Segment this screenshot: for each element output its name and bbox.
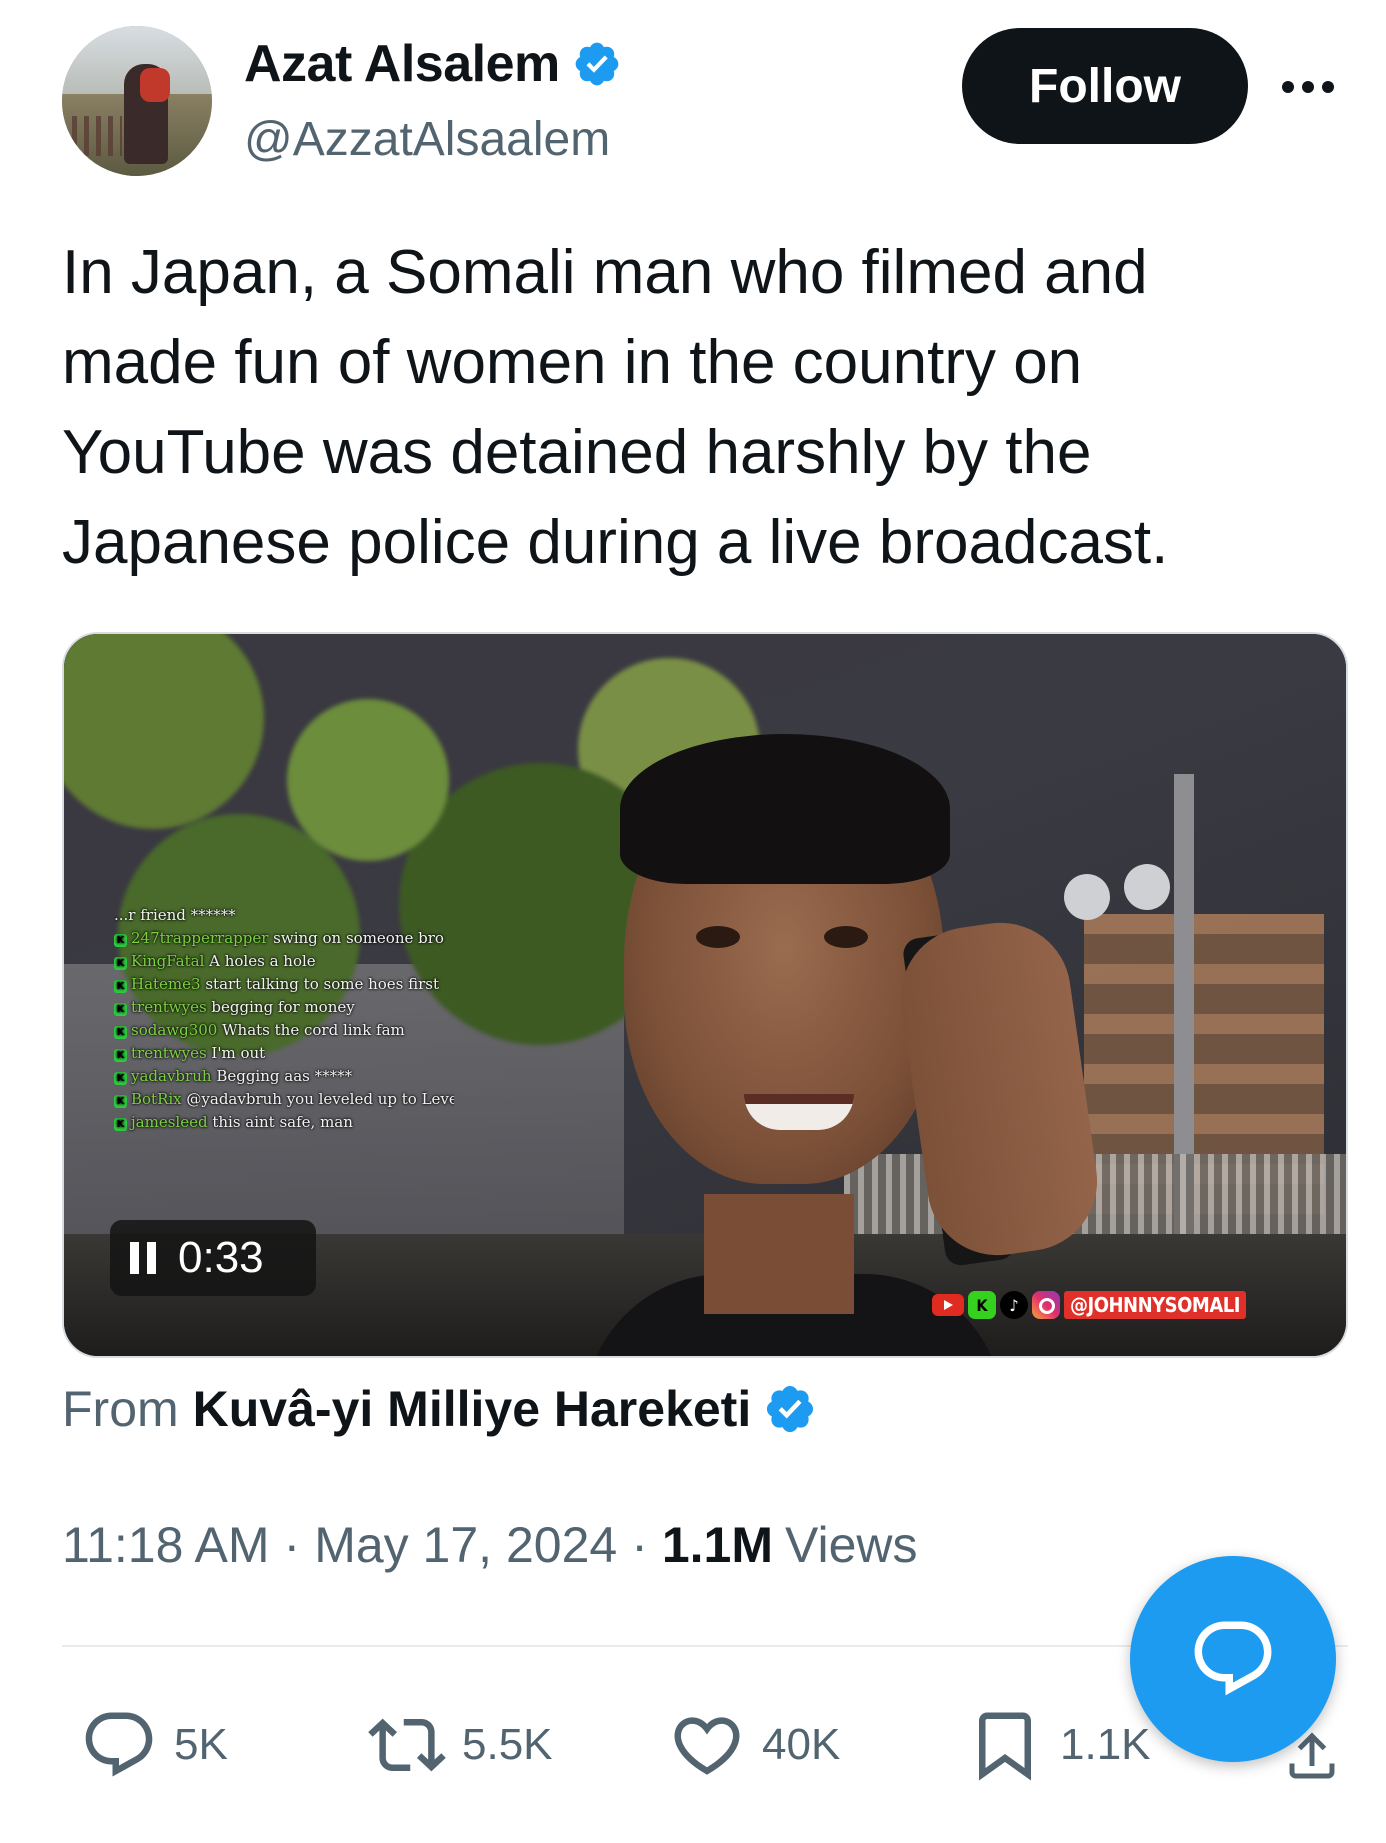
kick-badge-icon: K <box>114 1095 127 1108</box>
media-source-row[interactable]: From Kuvâ-yi Milliye Hareketi <box>62 1380 817 1438</box>
like-button[interactable]: 40K <box>668 1706 840 1784</box>
verified-badge-icon <box>575 42 619 86</box>
video-watermark: K ♪ @JOHNNYSOMALI <box>932 1288 1246 1322</box>
repost-icon <box>368 1718 446 1772</box>
more-dot <box>1282 81 1294 93</box>
kick-badge-icon: K <box>114 1072 127 1085</box>
author-handle[interactable]: @AzzatAlsaalem <box>244 112 610 167</box>
chat-message: Kyadavbruh Begging aas ***** <box>114 1065 454 1088</box>
from-label: From <box>62 1381 179 1437</box>
chat-text: @yadavbruh you leveled up to Level 2 <box>186 1090 454 1108</box>
chat-text: Begging aas ***** <box>216 1067 353 1085</box>
chat-username: trentwyes <box>131 998 212 1016</box>
chat-text: ...r friend ****** <box>114 906 236 924</box>
video-street-lamp <box>1124 864 1170 910</box>
chat-message: ...r friend ****** <box>114 904 454 927</box>
kick-badge-icon: K <box>114 1003 127 1016</box>
chat-message: K 247trapperrapper swing on someone bro <box>114 927 454 950</box>
kick-icon: K <box>968 1291 996 1319</box>
avatar-child <box>140 68 170 102</box>
views-count[interactable]: 1.1M <box>662 1516 773 1574</box>
tweet-video[interactable]: ...r friend ****** K 247trapperrapper swin… <box>62 632 1348 1358</box>
chat-text: start talking to some hoes first <box>205 975 440 993</box>
more-dot <box>1302 81 1314 93</box>
kick-badge-icon: K <box>114 1049 127 1062</box>
tweet-time[interactable]: 11:18 AM <box>62 1516 270 1574</box>
views-label: Views <box>785 1517 918 1573</box>
chat-text: I'm out <box>211 1044 266 1062</box>
video-person-hair <box>620 734 950 884</box>
verified-badge-icon <box>767 1385 814 1433</box>
chat-message: K Hateme3 start talking to some hoes firs… <box>114 973 454 996</box>
chat-username: trentwyes <box>131 1044 212 1062</box>
meta-separator: · <box>631 1517 648 1573</box>
chat-username: 247trapperrapper <box>131 929 274 947</box>
tweet-date[interactable]: May 17, 2024 <box>314 1516 617 1574</box>
instagram-icon <box>1032 1291 1060 1319</box>
youtube-icon <box>932 1294 964 1316</box>
video-street-lamp <box>1064 874 1110 920</box>
chat-username: KingFatal <box>131 952 210 970</box>
more-dot <box>1322 81 1334 93</box>
chat-message: K KingFatal A holes a hole <box>114 950 454 973</box>
kick-badge-icon: K <box>114 957 127 970</box>
more-horizontal-icon[interactable] <box>1282 72 1342 102</box>
reply-fab-icon <box>1194 1621 1272 1696</box>
repost-button[interactable]: 5.5K <box>368 1706 553 1784</box>
bookmark-icon <box>979 1712 1031 1781</box>
tiktok-icon: ♪ <box>1000 1291 1028 1319</box>
tweet-text: In Japan, a Somali man who filmed and ma… <box>62 238 1169 577</box>
reply-count: 5K <box>174 1720 228 1769</box>
chat-username: sodawg300 <box>131 1021 223 1039</box>
kick-badge-icon: K <box>114 1026 127 1039</box>
pause-icon[interactable] <box>130 1242 156 1274</box>
repost-count: 5.5K <box>462 1720 553 1769</box>
reply-icon <box>85 1712 153 1777</box>
video-timer: 0:33 <box>178 1233 264 1282</box>
chat-username: BotRix <box>131 1090 187 1108</box>
chat-username: jamesleed <box>131 1113 213 1131</box>
like-count: 40K <box>762 1720 841 1769</box>
chat-text: Whats the cord link fam <box>222 1021 405 1039</box>
video-person-eye <box>824 926 868 948</box>
chat-text: this aint safe, man <box>212 1113 353 1131</box>
video-chat-overlay: ...r friend ****** K 247trapperrapper swin… <box>114 904 454 1134</box>
author-name-row[interactable]: Azat Alsalem <box>244 34 622 94</box>
watermark-handle: @JOHNNYSOMALI <box>1064 1291 1246 1319</box>
author-display-name[interactable]: Azat Alsalem <box>244 34 560 94</box>
from-account-name[interactable]: Kuvâ-yi Milliye Hareketi <box>193 1380 752 1438</box>
tweet-detail-page: Azat Alsalem @AzzatAlsaalem Follow In Ja… <box>0 0 1386 1843</box>
follow-button[interactable]: Follow <box>962 28 1248 144</box>
kick-badge-icon: K <box>114 1118 127 1131</box>
chat-text: begging for money <box>211 998 355 1016</box>
video-timer-pause-button[interactable]: 0:33 <box>110 1220 316 1296</box>
author-avatar[interactable] <box>62 26 212 176</box>
bookmark-button[interactable]: 1.1K <box>966 1706 1151 1784</box>
chat-message: Ktrentwyes begging for money <box>114 996 454 1019</box>
chat-message: Ktrentwyes I'm out <box>114 1042 454 1065</box>
video-person-eye <box>696 926 740 948</box>
kick-badge-icon: K <box>114 934 127 947</box>
chat-text: swing on someone bro <box>273 929 444 947</box>
action-bar: 5K 5.5K 40K 1.1K <box>62 1706 1335 1786</box>
reply-compose-fab[interactable] <box>1130 1556 1336 1762</box>
avatar-people <box>72 116 122 156</box>
meta-separator: · <box>283 1517 301 1573</box>
chat-text: A holes a hole <box>209 952 316 970</box>
chat-message: Kjamesleed this aint safe, man <box>114 1111 454 1134</box>
reply-button[interactable]: 5K <box>80 1706 228 1784</box>
tweet-meta: 11:18 AM · May 17, 2024 · 1.1M Views <box>62 1516 918 1574</box>
chat-message: Ksodawg300 Whats the cord link fam <box>114 1019 454 1042</box>
video-person-neck <box>704 1194 854 1314</box>
chat-username: yadavbruh <box>131 1067 217 1085</box>
bookmark-count: 1.1K <box>1060 1720 1151 1769</box>
kick-badge-icon: K <box>114 980 127 993</box>
heart-icon <box>674 1717 740 1775</box>
chat-username: Hateme3 <box>131 975 206 993</box>
chat-message: K BotRix @yadavbruh you leveled up to Lev… <box>114 1088 454 1111</box>
